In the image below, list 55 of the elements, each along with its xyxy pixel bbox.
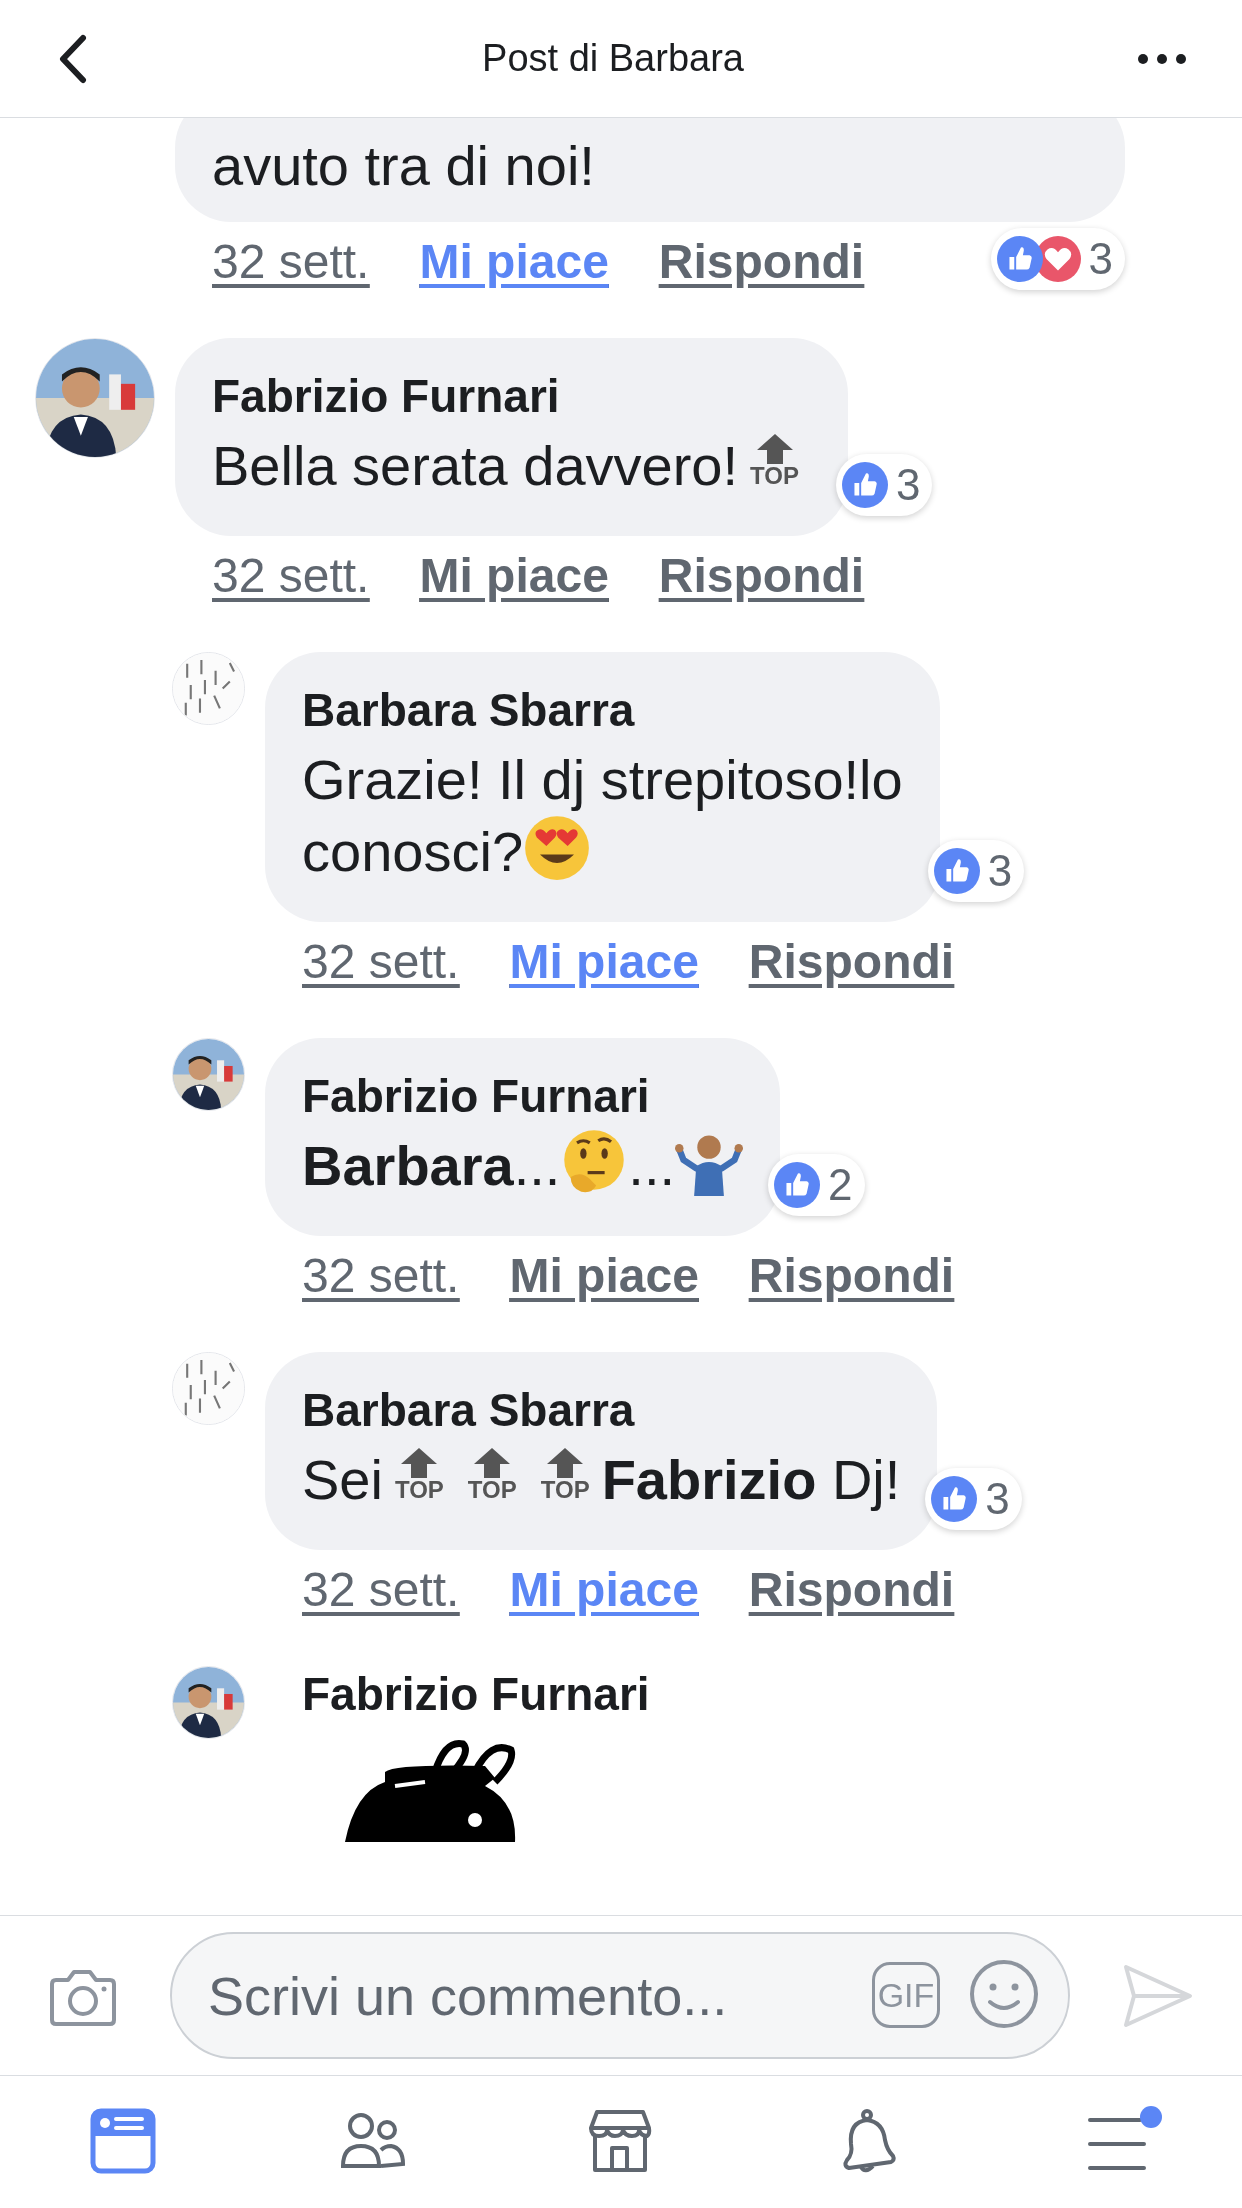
like-icon [931,1476,978,1522]
reactions-pill[interactable]: 3 [836,454,933,516]
reply-link[interactable]: Rispondi [748,1240,955,1312]
reactions-pill[interactable]: 3 [990,228,1125,290]
comment-text: Grazie! Il dj strepitoso!lo [302,747,903,813]
reaction-count: 3 [1088,233,1113,285]
reactions-pill[interactable]: 3 [925,1468,1022,1530]
timestamp-link[interactable]: 32 sett. [302,1240,460,1312]
author-name[interactable]: Fabrizio Furnari [302,1068,744,1124]
send-icon [1122,1962,1194,2029]
timestamp-link[interactable]: 32 sett. [302,1554,460,1626]
author-name[interactable]: Fabrizio Furnari [265,1666,650,1722]
emoji-button[interactable] [968,1958,1040,2030]
page-title: Post di Barbara [482,36,744,81]
like-link[interactable]: Mi piace [509,1554,699,1626]
reaction-count: 3 [985,1473,1010,1525]
like-link[interactable]: Mi piace [419,226,609,298]
like-icon [842,462,888,508]
top-emoji: TOP [540,1448,590,1502]
author-name[interactable]: Fabrizio Furnari [212,368,811,424]
comment-text: avuto tra di noi! [212,133,595,199]
reply-link[interactable]: Rispondi [748,926,955,998]
reaction-count: 3 [987,845,1013,897]
back-icon [57,33,87,84]
top-emoji: TOP [394,1448,444,1502]
smiley-icon [968,1958,1040,2030]
like-icon [933,848,980,894]
like-icon [996,236,1043,282]
timestamp-link[interactable]: 32 sett. [302,926,460,998]
comment-text: Barbara... [302,1133,561,1199]
like-link[interactable]: Mi piace [419,540,609,612]
timestamp-link[interactable]: 32 sett. [212,226,370,298]
heart-eyes-emoji-icon [523,814,592,882]
comment-text: Fabrizio Dj! [601,1447,901,1513]
reply-link[interactable]: Rispondi [748,1554,955,1626]
comment-text: conosci? [302,819,524,885]
comment-text: Bella serata davvero! [212,433,739,499]
top-emoji: TOP [467,1448,517,1502]
author-name[interactable]: Barbara Sbarra [302,682,903,738]
news-feed-icon [90,2108,159,2176]
reply-link[interactable]: Rispondi [658,540,865,612]
reaction-count: 3 [896,459,921,511]
comment-text: Sei [302,1447,383,1513]
more-icon [1137,52,1187,65]
timestamp-link[interactable]: 32 sett. [212,540,370,612]
author-name[interactable]: Barbara Sbarra [302,1382,901,1438]
like-icon [774,1162,821,1208]
top-emoji: TOP [750,434,799,488]
reactions-pill[interactable]: 3 [927,840,1025,902]
reply-link[interactable]: Rispondi [658,226,865,298]
comment-text: ... [628,1133,676,1199]
like-link[interactable]: Mi piace [509,926,699,998]
like-link[interactable]: Mi piace [509,1240,699,1312]
reaction-count: 2 [828,1159,853,1211]
reactions-pill[interactable]: 2 [768,1154,865,1216]
